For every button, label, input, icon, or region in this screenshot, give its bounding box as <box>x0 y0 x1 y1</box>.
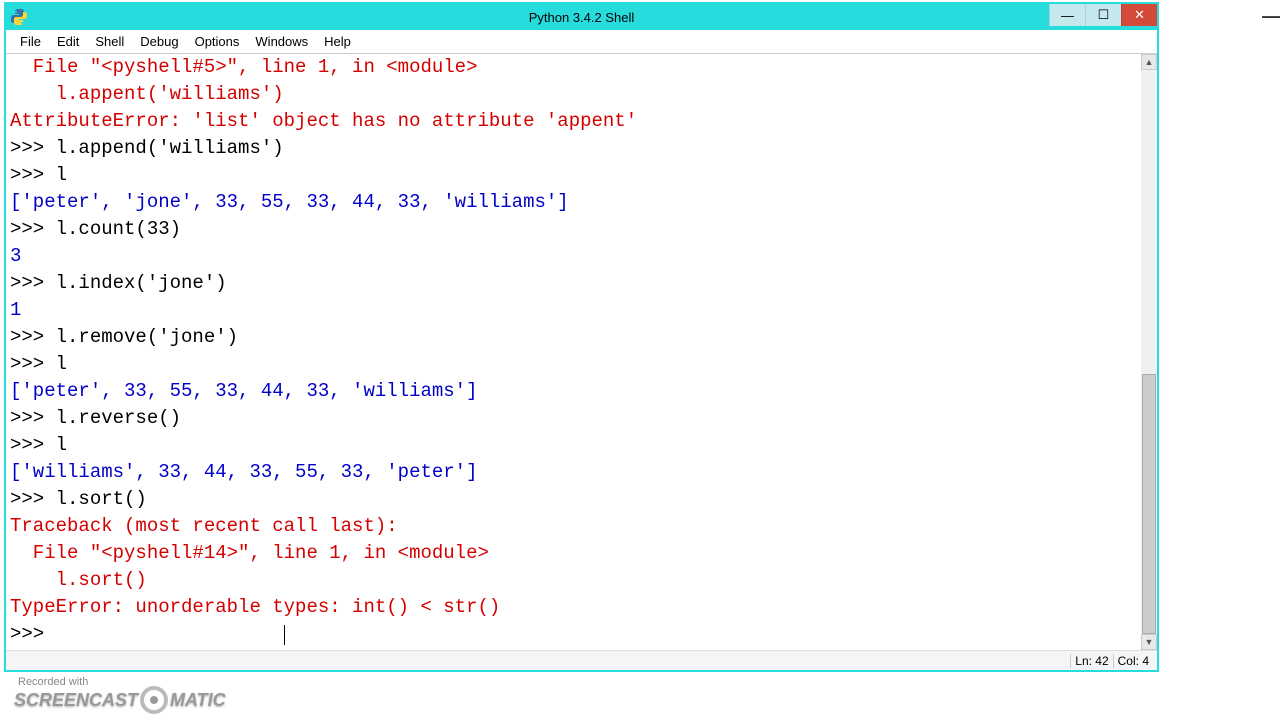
output-line: ['peter', 33, 55, 33, 44, 33, 'williams'… <box>10 380 477 402</box>
input-code: l.reverse() <box>56 407 181 429</box>
traceback-line: l.appent('williams') <box>10 83 284 105</box>
status-line: Ln: 42 <box>1070 654 1112 668</box>
menu-file[interactable]: File <box>12 32 49 51</box>
prompt: >>> <box>10 488 56 510</box>
output-line: ['williams', 33, 44, 33, 55, 33, 'peter'… <box>10 461 477 483</box>
error-line: AttributeError: 'list' object has no att… <box>10 110 637 132</box>
traceback-line: File "<pyshell#14>", line 1, in <module> <box>10 542 489 564</box>
input-code: l.count(33) <box>56 218 181 240</box>
traceback-line: File "<pyshell#5>", line 1, in <module> <box>10 56 477 78</box>
menu-edit[interactable]: Edit <box>49 32 87 51</box>
scroll-down-button[interactable]: ▼ <box>1141 634 1157 650</box>
menu-debug[interactable]: Debug <box>132 32 186 51</box>
scroll-thumb[interactable] <box>1142 374 1156 634</box>
text-cursor <box>284 625 285 645</box>
watermark-text-right: MATIC <box>170 690 226 711</box>
close-button[interactable]: ✕ <box>1121 4 1157 26</box>
background-fragment: — <box>1262 6 1280 27</box>
idle-shell-window: Python 3.4.2 Shell — ☐ ✕ File Edit Shell… <box>4 2 1159 672</box>
prompt: >>> <box>10 434 56 456</box>
output-line: 3 <box>10 245 21 267</box>
error-line: TypeError: unorderable types: int() < st… <box>10 596 500 618</box>
input-code: l <box>56 353 67 375</box>
output-line: 1 <box>10 299 21 321</box>
titlebar[interactable]: Python 3.4.2 Shell — ☐ ✕ <box>6 4 1157 30</box>
watermark-text-left: SCREENCAST <box>14 690 138 711</box>
prompt: >>> <box>10 272 56 294</box>
input-code: l <box>56 434 67 456</box>
prompt: >>> <box>10 137 56 159</box>
prompt: >>> <box>10 623 56 645</box>
input-code: l.remove('jone') <box>56 326 238 348</box>
window-title: Python 3.4.2 Shell <box>529 10 635 25</box>
input-code: l.append('williams') <box>56 137 284 159</box>
prompt: >>> <box>10 407 56 429</box>
input-code: l.index('jone') <box>56 272 227 294</box>
prompt: >>> <box>10 164 56 186</box>
watermark-label: Recorded with <box>18 676 88 688</box>
traceback-line: l.sort() <box>10 569 147 591</box>
shell-content-wrap: File "<pyshell#5>", line 1, in <module> … <box>6 54 1157 650</box>
menu-shell[interactable]: Shell <box>87 32 132 51</box>
shell-text-area[interactable]: File "<pyshell#5>", line 1, in <module> … <box>6 54 1141 650</box>
python-app-icon <box>10 8 28 26</box>
menu-options[interactable]: Options <box>187 32 248 51</box>
status-col: Col: 4 <box>1113 654 1153 668</box>
output-line: ['peter', 'jone', 33, 55, 33, 44, 33, 'w… <box>10 191 569 213</box>
menu-windows[interactable]: Windows <box>247 32 316 51</box>
prompt: >>> <box>10 326 56 348</box>
traceback-line: Traceback (most recent call last): <box>10 515 398 537</box>
prompt: >>> <box>10 353 56 375</box>
window-controls: — ☐ ✕ <box>1049 4 1157 26</box>
input-code: l.sort() <box>56 488 147 510</box>
prompt: >>> <box>10 218 56 240</box>
vertical-scrollbar[interactable]: ▲ ▼ <box>1141 54 1157 650</box>
input-code: l <box>56 164 67 186</box>
scroll-up-button[interactable]: ▲ <box>1141 54 1157 70</box>
maximize-button[interactable]: ☐ <box>1085 4 1121 26</box>
screencast-watermark: Recorded with SCREENCAST MATIC <box>14 676 226 714</box>
menu-help[interactable]: Help <box>316 32 359 51</box>
watermark-logo-icon <box>140 686 168 714</box>
menubar: File Edit Shell Debug Options Windows He… <box>6 30 1157 54</box>
minimize-button[interactable]: — <box>1049 4 1085 26</box>
status-bar: Ln: 42 Col: 4 <box>6 650 1157 670</box>
